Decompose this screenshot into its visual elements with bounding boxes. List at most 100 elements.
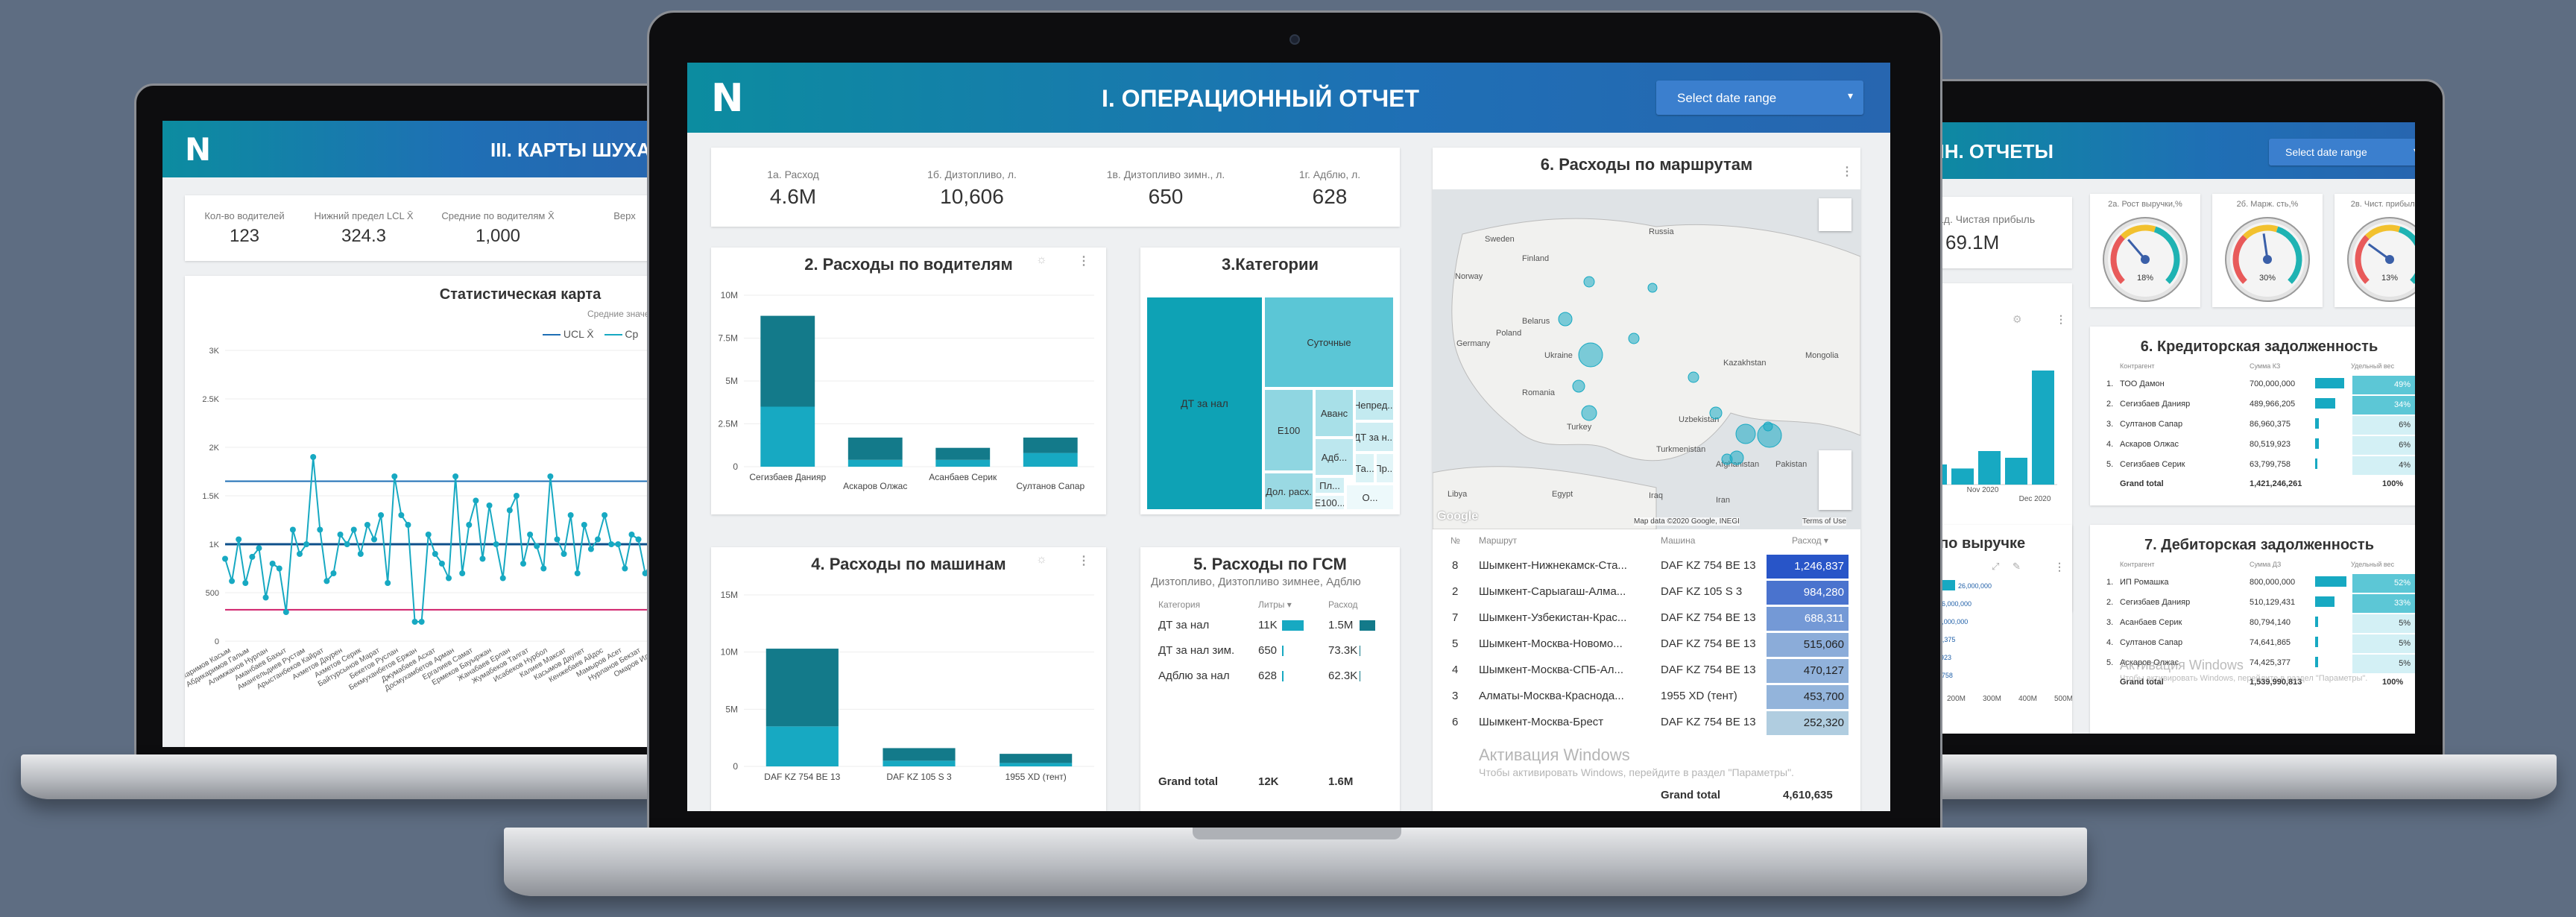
center-date-range-button[interactable]: Select date range ▾ (1656, 81, 1863, 115)
gauge-dial: 18% (2103, 217, 2188, 302)
x-tick-label: 300M (1983, 695, 2001, 703)
routes-row-number: 3 (1452, 690, 1459, 702)
gauge-value: 18% (2137, 274, 2153, 283)
table-row-name: Асанбаев Серик (2120, 618, 2182, 627)
table-header[interactable]: Удельный вес (2351, 362, 2394, 370)
x-tick-label: Асанбаев Серик (929, 472, 997, 482)
x-tick-label: Аскаров Олжас (843, 481, 907, 491)
menu-icon[interactable]: ⋮ (2056, 313, 2066, 326)
treemap-cell[interactable]: Непред... (1355, 389, 1394, 420)
data-point (479, 555, 486, 562)
treemap-cell[interactable]: Дол. расх. (1264, 473, 1313, 510)
menu-icon[interactable]: ⋮ (1841, 164, 1853, 179)
table-header[interactable]: Удельный вес (2351, 561, 2394, 568)
table-row-pct: 6% (2352, 416, 2415, 435)
right-date-range-button[interactable]: Select date range ▾ (2269, 139, 2415, 166)
data-label: 46,000,000 (1938, 600, 1972, 608)
webcam-icon (1289, 34, 1300, 45)
left-control-chart: 3K2.5K2K1.5K1K5000Абдикаримов КасымАбдик… (185, 347, 669, 693)
map-label: Iraq (1649, 491, 1663, 500)
y-tick-label: 0 (733, 761, 738, 772)
treemap-cell[interactable]: Адб... (1315, 438, 1354, 476)
windows-activation-subtitle: Чтобы активировать Windows, перейдите в … (1479, 766, 1794, 778)
bar (847, 437, 903, 460)
left-kpi-2: Средние по водителям X̄ 1,000 (441, 210, 555, 246)
fuel-row-cost: 1.5M (1328, 619, 1354, 631)
menu-icon[interactable]: ⋮ (1078, 253, 1090, 268)
treemap-cell[interactable]: ДТ за н... (1355, 422, 1394, 452)
treemap-cell[interactable]: ДТ за нал (1146, 297, 1263, 510)
table-row-number: 3. (2106, 420, 2114, 429)
table-row-pct: 33% (2352, 594, 2415, 613)
y-tick-label: 0 (215, 637, 219, 646)
routes-header[interactable]: № (1450, 535, 1460, 546)
categories-title: 3.Категории (1221, 255, 1319, 274)
center-logo-icon: N (711, 76, 744, 121)
table-row-number: 4. (2106, 638, 2114, 647)
treemap-cell[interactable]: Суточные (1264, 297, 1394, 388)
routes-row-car: DAF KZ 754 BE 13 (1661, 559, 1756, 572)
treemap-cell[interactable]: Е100... (1315, 495, 1345, 510)
table-row-number: 2. (2106, 400, 2114, 409)
treemap-cell[interactable]: Пр... (1376, 453, 1394, 483)
data-point (391, 473, 398, 479)
center-kpi-0: 1а. Расход 4.6M (767, 168, 819, 208)
data-point (534, 543, 540, 549)
map-terms-link[interactable]: Terms of Use (1802, 517, 1846, 526)
bar (760, 315, 815, 407)
data-point (236, 536, 242, 543)
y-tick-label: 1K (209, 541, 220, 549)
treemap-cell[interactable]: Е100 (1264, 389, 1313, 471)
table-header[interactable]: Контрагент (2120, 561, 2155, 568)
route-bubble (1583, 276, 1595, 288)
center-screen: N I. ОПЕРАЦИОННЫЙ ОТЧЕТ Select date rang… (687, 63, 1890, 811)
gauge-label: 2б. Марж. сть,% (2236, 200, 2299, 209)
table-row-pct: 5% (2352, 634, 2415, 653)
data-point (499, 575, 506, 582)
routes-header[interactable]: Машина (1661, 535, 1695, 546)
land-area (1451, 218, 1860, 461)
map-label: Norway (1455, 272, 1483, 281)
routes-row-cost: 1,246,837 (1767, 555, 1849, 579)
map-label: Libya (1448, 490, 1468, 499)
filter-icon[interactable]: ⚙ (2012, 313, 2022, 326)
treemap-cell[interactable]: Пл... (1315, 477, 1345, 494)
route-bubble (1735, 423, 1756, 444)
routes-row-route: Шымкент-Узбекистан-Крас... (1479, 611, 1627, 624)
routes-row-route: Шымкент-Сарыагаш-Алма... (1479, 585, 1626, 598)
routes-card: 6. Расходы по маршрутам ⋮ Sweden Finland N… (1433, 148, 1860, 811)
table-row-name: Сегизбаев Данияр (2120, 400, 2191, 409)
table-row-bar (2315, 438, 2319, 449)
x-tick-label: Dec 2020 (2019, 495, 2051, 503)
table-row-pct: 6% (2352, 436, 2415, 455)
routes-total-label: Grand total (1661, 789, 1721, 801)
routes-map[interactable]: Sweden Finland Norway Russia Germany Poland Be… (1433, 189, 1860, 529)
map-zoom-control[interactable] (1819, 450, 1852, 510)
edit-icon[interactable]: ✎ (2012, 561, 2021, 573)
expand-icon[interactable]: ⤢ (1992, 561, 1999, 573)
routes-header[interactable]: Расход ▾ (1792, 535, 1828, 546)
treemap-cell[interactable]: О... (1346, 485, 1394, 510)
routes-header[interactable]: Маршрут (1479, 535, 1517, 546)
menu-icon[interactable]: ⋮ (1078, 553, 1090, 568)
fuel-header-cost[interactable]: Расход (1328, 599, 1358, 610)
table-header[interactable]: Сумма ДЗ (2250, 561, 2281, 568)
table-header[interactable]: Сумма КЗ (2250, 362, 2280, 370)
data-point (520, 561, 526, 567)
table-header[interactable]: Контрагент (2120, 362, 2155, 370)
sun-icon[interactable]: ☼ (1036, 553, 1047, 567)
treemap-cell[interactable]: Та... (1355, 453, 1374, 483)
treemap-cell[interactable]: Аванс (1315, 389, 1354, 437)
x-tick-label: 400M (2018, 695, 2037, 703)
fuel-header-liters[interactable]: Литры ▾ (1258, 599, 1292, 610)
center-laptop-notch (1193, 828, 1401, 839)
data-point (249, 553, 256, 560)
menu-icon[interactable]: ⋮ (2054, 561, 2065, 573)
fuel-title: 5. Расходы по ГСМ (1193, 555, 1347, 573)
bar (760, 406, 815, 467)
drivers-bar-chart: 10M 7.5M 5M 2.5M 0 Сегизбаев Данияр Аскаров Ол… (718, 290, 1094, 491)
map-label: Belarus (1522, 317, 1550, 326)
map-fullscreen-button[interactable] (1819, 198, 1852, 231)
fuel-header-category[interactable]: Категория (1158, 599, 1200, 610)
sun-icon[interactable]: ☼ (1036, 253, 1047, 267)
